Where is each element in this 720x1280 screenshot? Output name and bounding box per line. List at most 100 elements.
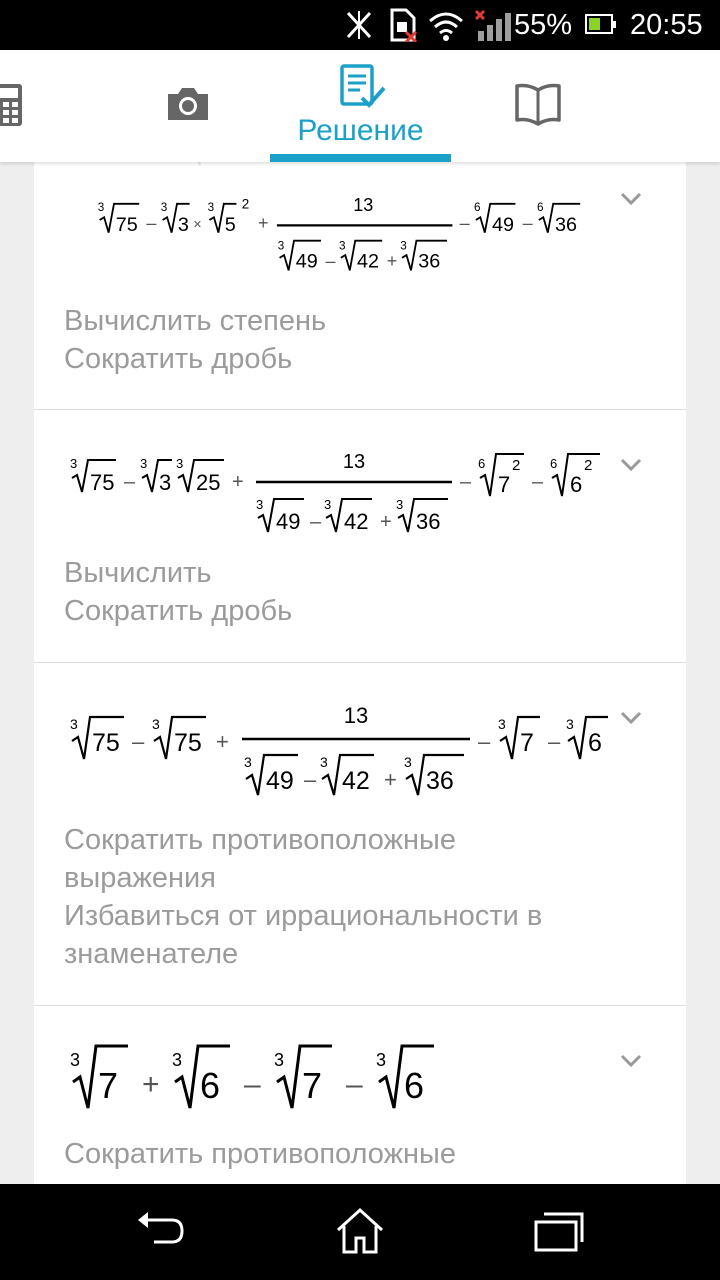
minus-sign: – <box>523 213 533 233</box>
radicand: 6 <box>404 1065 424 1106</box>
step-hints: Сократить противоположные выражения Изба… <box>64 821 664 973</box>
root-index: 3 <box>161 201 168 214</box>
step-hints: Вычислить степень Сократить дробь <box>64 302 664 378</box>
math-expression: 3 75 – 3 3 × 3 5 2 + 13 3 49 – 3 42 + 3 … <box>98 195 581 273</box>
chevron-down-icon[interactable] <box>620 192 642 206</box>
root-index: 3 <box>498 716 506 732</box>
radicand: 49 <box>276 509 300 534</box>
solution-step-card-2[interactable]: 3 75 – 3 3 3 25 + 13 3 49 – 3 42 + 3 36 … <box>34 410 686 663</box>
tab-solution[interactable]: Решение <box>270 50 451 162</box>
battery-fill <box>589 18 600 30</box>
step-hint: Сократить противоположные <box>64 1138 456 1170</box>
plus-sign: + <box>258 213 269 233</box>
solution-step-card-3[interactable]: 3 75 – 3 75 + 13 3 49 – 3 42 + 3 36 – 3 … <box>34 663 686 1006</box>
radicand: 36 <box>416 509 440 534</box>
battery-percent: 55% <box>514 9 573 41</box>
root-index: 3 <box>140 456 147 471</box>
solution-step-card-4[interactable]: 3 7 + 3 6 – 3 7 – 3 6 Сократить противоп… <box>34 1006 686 1184</box>
radicand: 7 <box>98 1065 118 1106</box>
numerator: 13 <box>353 195 373 215</box>
radicand: 75 <box>174 729 202 757</box>
step-hint: Избавиться от иррациональности в <box>64 900 543 932</box>
root-index: 3 <box>339 240 346 253</box>
root-index: 3 <box>152 716 160 732</box>
step-hint: Сократить противоположные <box>64 824 456 856</box>
root-index: 3 <box>400 240 407 253</box>
clock: 20:55 <box>630 9 703 41</box>
wifi-icon <box>429 12 463 41</box>
minus-sign: – <box>244 1068 261 1101</box>
root-index: 6 <box>474 201 481 214</box>
root-index: 3 <box>176 456 183 471</box>
root-index: 3 <box>566 716 574 732</box>
status-bar: 55% 20:55 <box>0 0 720 50</box>
radicand: 3 <box>159 470 171 495</box>
radicand: 49 <box>266 767 294 795</box>
radicand: 42 <box>357 251 379 273</box>
radicand: 3 <box>178 214 189 236</box>
radicand: 25 <box>196 470 220 495</box>
root-index: 3 <box>208 201 215 214</box>
plus-sign: + <box>380 511 392 533</box>
numerator: 13 <box>344 703 368 728</box>
minus-sign: – <box>304 767 317 792</box>
chevron-down-icon[interactable] <box>620 711 642 725</box>
step-hints: Вычислить Сократить дробь <box>64 554 664 630</box>
minus-sign: – <box>478 729 491 754</box>
radicand: 75 <box>90 470 114 495</box>
minus-sign: – <box>346 1068 363 1101</box>
root-index: 3 <box>70 716 78 732</box>
step-hint: Сократить дробь <box>64 595 293 627</box>
radicand: 6 <box>588 729 602 757</box>
radicand: 36 <box>555 214 577 236</box>
minus-sign: – <box>132 729 145 754</box>
math-expression: 3 75 – 3 3 3 25 + 13 3 49 – 3 42 + 3 36 … <box>70 451 600 534</box>
plus-sign: + <box>142 1068 160 1101</box>
radicand: 49 <box>296 251 318 273</box>
root-index: 6 <box>537 201 544 214</box>
step-hint: Вычислить степень <box>64 305 327 337</box>
solution-step-card-1[interactable]: 3 75 – 3 3 × 3 5 2 + 13 3 49 – 3 42 + 3 … <box>34 162 686 410</box>
math-expression: 3 7 + 3 6 – 3 7 – 3 6 <box>70 1044 434 1109</box>
plus-sign: + <box>384 767 397 792</box>
plus-sign: + <box>387 251 398 271</box>
tab-calculator[interactable] <box>0 50 40 162</box>
tab-solution-label: Решение <box>297 114 424 147</box>
calculator-icon <box>0 84 22 126</box>
times-sign: × <box>193 217 201 233</box>
chevron-down-icon[interactable] <box>620 1054 642 1068</box>
step-hint: Вычислить <box>64 557 212 589</box>
root-index: 6 <box>478 456 485 471</box>
step-hint: знаменателе <box>64 938 239 970</box>
step-hints: Сократить противоположные <box>64 1135 664 1173</box>
status-icons <box>340 0 514 50</box>
nfc-icon <box>346 11 372 39</box>
radicand: 42 <box>342 767 370 795</box>
radicand: 75 <box>116 214 138 236</box>
checklist-icon <box>340 64 386 108</box>
root-index: 3 <box>324 497 331 512</box>
radicand: 36 <box>426 767 454 795</box>
tab-book[interactable] <box>490 50 586 162</box>
radicand: 75 <box>92 729 120 757</box>
camera-icon <box>168 88 208 120</box>
active-tab-indicator <box>270 154 451 162</box>
book-icon <box>515 83 561 126</box>
exponent: 2 <box>242 196 250 211</box>
minus-sign: – <box>460 471 472 493</box>
minus-sign: – <box>460 213 470 233</box>
tab-camera[interactable] <box>140 50 236 162</box>
root-index: 3 <box>70 1050 80 1070</box>
chevron-down-icon[interactable] <box>620 458 642 472</box>
root-index: 3 <box>256 497 263 512</box>
exponent: 2 <box>584 457 592 474</box>
radicand: 7 <box>302 1065 322 1106</box>
back-icon[interactable] <box>132 1204 192 1258</box>
home-icon[interactable] <box>330 1204 390 1258</box>
minus-sign: – <box>310 511 322 533</box>
recents-icon[interactable] <box>528 1204 588 1258</box>
root-index: 6 <box>550 456 557 471</box>
radicand: 42 <box>344 509 368 534</box>
radicand: 49 <box>492 214 514 236</box>
signal-icon <box>474 9 511 41</box>
